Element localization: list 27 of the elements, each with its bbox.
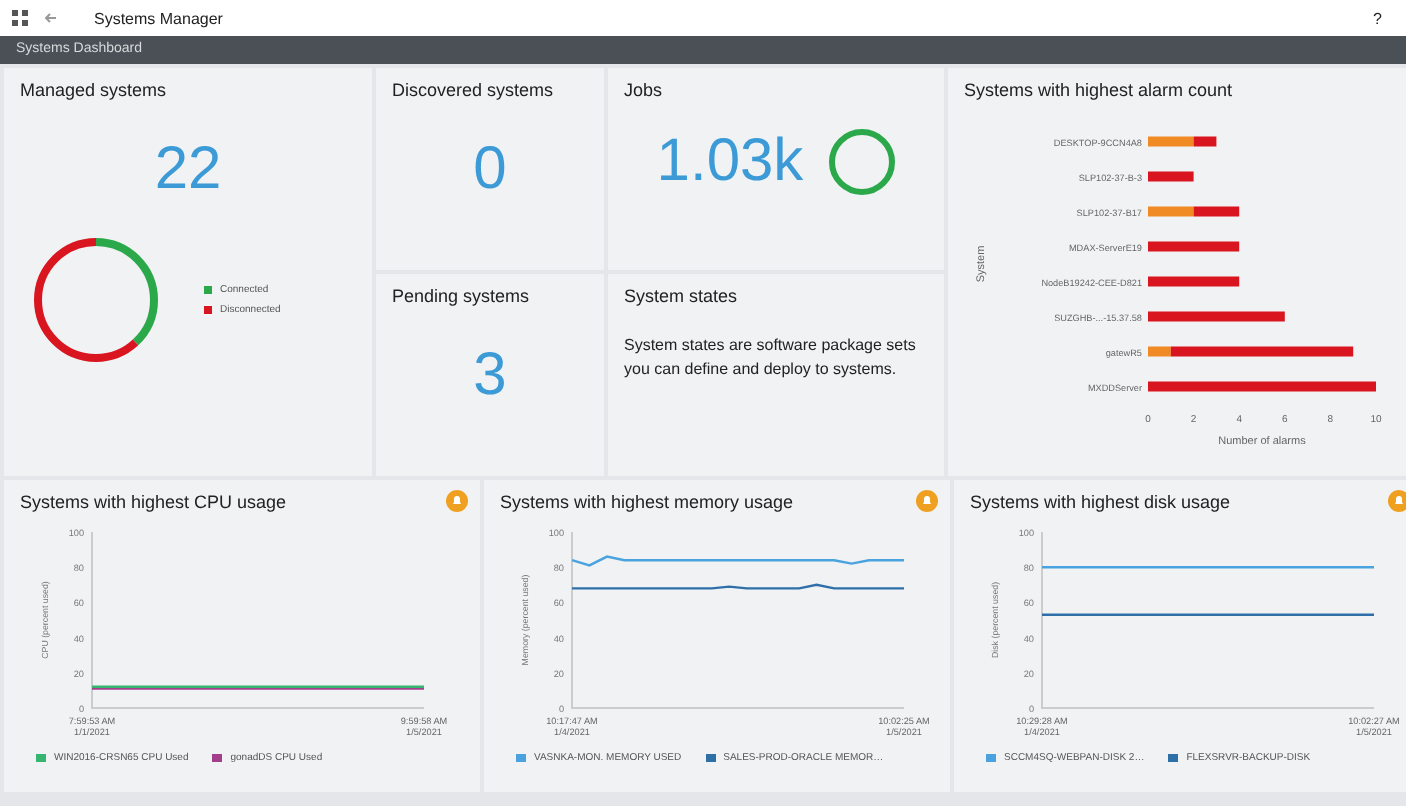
count-value: 22 [152, 136, 224, 204]
card-title: Managed systems [20, 80, 169, 100]
description-text: System states are software package sets you can define and deploy to systems. [624, 334, 918, 381]
help-button[interactable]: ? [1373, 9, 1382, 27]
back-arrow-icon[interactable] [44, 12, 58, 24]
card-title: Pending systems [392, 286, 532, 306]
chart-title: Systems with highest memory usage [500, 492, 796, 512]
grid-menu-icon[interactable] [12, 10, 28, 26]
alert-icon[interactable] [1388, 490, 1406, 512]
chart-title: Systems with highest alarm count [964, 80, 1235, 100]
card-title: Discovered systems [392, 80, 556, 100]
ring-icon [827, 128, 896, 196]
jobs-count: 1.03k [656, 128, 804, 196]
alert-icon[interactable] [916, 490, 938, 512]
window-title: Systems Manager [94, 9, 225, 27]
card-title: System states [624, 286, 740, 306]
bar [1148, 171, 1194, 182]
bar [1148, 241, 1240, 252]
bar [1148, 276, 1240, 287]
bar [1148, 311, 1285, 322]
card-title: Jobs [624, 80, 665, 100]
alert-icon[interactable] [446, 490, 468, 512]
count-value: 3 [471, 342, 509, 410]
donut-chart-drawing [32, 236, 160, 364]
chart-title: Systems with highest disk usage [970, 492, 1233, 512]
count-value: 0 [471, 136, 509, 204]
chart-title: Systems with highest CPU usage [20, 492, 289, 512]
